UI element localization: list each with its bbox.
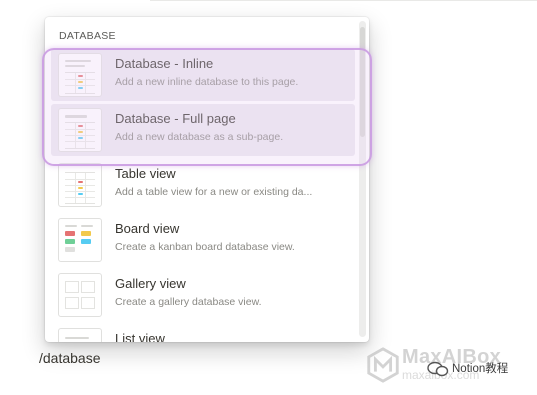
gallery-view-thumbnail-icon: [58, 273, 102, 317]
menu-item-title: Table view: [115, 166, 176, 181]
slash-command-text[interactable]: /database: [39, 350, 101, 366]
watermark: MaxAIBox maxaibox.com Notion教程: [362, 344, 537, 395]
menu-item-list-view[interactable]: List view: [51, 324, 355, 342]
maxaibox-logo-icon: [367, 347, 399, 383]
menu-item-gallery-view[interactable]: Gallery view Create a gallery database v…: [51, 269, 355, 321]
table-view-thumbnail-icon: [58, 163, 102, 207]
menu-item-description: Create a gallery database view.: [115, 296, 262, 308]
menu-item-board-view[interactable]: Board view Create a kanban board databas…: [51, 214, 355, 266]
menu-item-title: List view: [115, 331, 165, 342]
list-view-thumbnail-icon: [58, 328, 102, 342]
top-divider: [150, 0, 537, 1]
menu-item-description: Create a kanban board database view.: [115, 241, 295, 253]
section-label-database: DATABASE: [59, 30, 116, 42]
menu-item-title: Board view: [115, 221, 180, 236]
menu-item-title: Gallery view: [115, 276, 186, 291]
menu-item-description: Add a table view for a new or existing d…: [115, 186, 313, 198]
board-view-thumbnail-icon: [58, 218, 102, 262]
annotation-highlight: [42, 48, 372, 166]
watermark-wechat-label: Notion教程: [452, 363, 509, 375]
wechat-icon: [427, 361, 449, 377]
menu-item-table-view[interactable]: Table view Add a table view for a new or…: [51, 159, 355, 211]
